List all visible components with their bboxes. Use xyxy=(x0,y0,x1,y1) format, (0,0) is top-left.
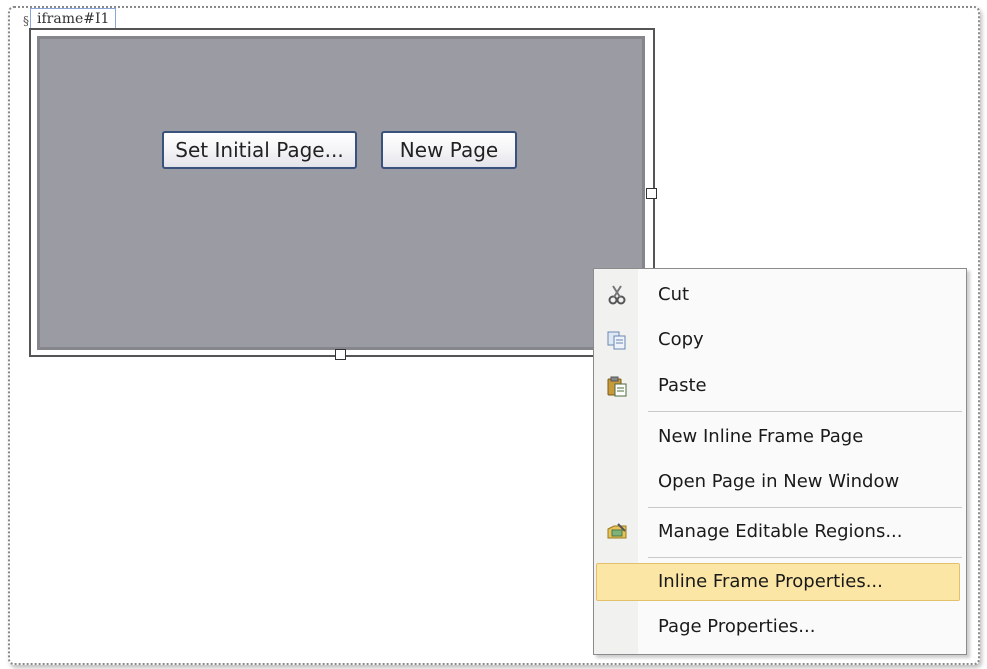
menu-separator xyxy=(648,411,962,412)
iframe-tag-label: § iframe#I1 xyxy=(23,8,117,29)
menu-item-new-inline-frame-page[interactable]: New Inline Frame Page xyxy=(594,417,966,457)
context-menu: Cut Copy Paste New Inline Frame Page Ope… xyxy=(593,268,967,655)
menu-item-label: Cut xyxy=(658,284,690,305)
iframe-tag-text: iframe#I1 xyxy=(37,11,110,27)
menu-item-label: Inline Frame Properties... xyxy=(658,571,883,592)
inline-frame-body[interactable] xyxy=(37,36,645,350)
menu-item-label: Copy xyxy=(658,329,704,350)
resize-handle-bottom[interactable] xyxy=(335,349,346,360)
menu-item-inline-frame-properties[interactable]: Inline Frame Properties... xyxy=(594,562,966,602)
menu-item-label: Page Properties... xyxy=(658,616,816,637)
menu-item-paste[interactable]: Paste xyxy=(594,366,966,406)
menu-item-cut[interactable]: Cut xyxy=(594,275,966,315)
resize-handle-right[interactable] xyxy=(646,188,657,199)
menu-item-manage-editable-regions[interactable]: Manage Editable Regions... xyxy=(594,512,966,552)
menu-item-label: Open Page in New Window xyxy=(658,471,900,492)
paste-icon xyxy=(607,376,627,397)
menu-item-label: New Inline Frame Page xyxy=(658,426,864,447)
set-initial-page-button[interactable]: Set Initial Page... xyxy=(162,131,357,169)
editable-regions-icon xyxy=(607,523,627,539)
menu-separator xyxy=(648,557,962,558)
menu-item-label: Manage Editable Regions... xyxy=(658,521,903,542)
menu-item-label: Paste xyxy=(658,375,707,396)
copy-icon xyxy=(607,331,626,350)
menu-item-open-page-in-new-window[interactable]: Open Page in New Window xyxy=(594,462,966,502)
menu-item-copy[interactable]: Copy xyxy=(594,320,966,360)
menu-item-page-properties[interactable]: Page Properties... xyxy=(594,607,966,647)
menu-separator xyxy=(648,507,962,508)
new-page-button[interactable]: New Page xyxy=(381,131,517,169)
scissors-icon xyxy=(608,285,626,305)
